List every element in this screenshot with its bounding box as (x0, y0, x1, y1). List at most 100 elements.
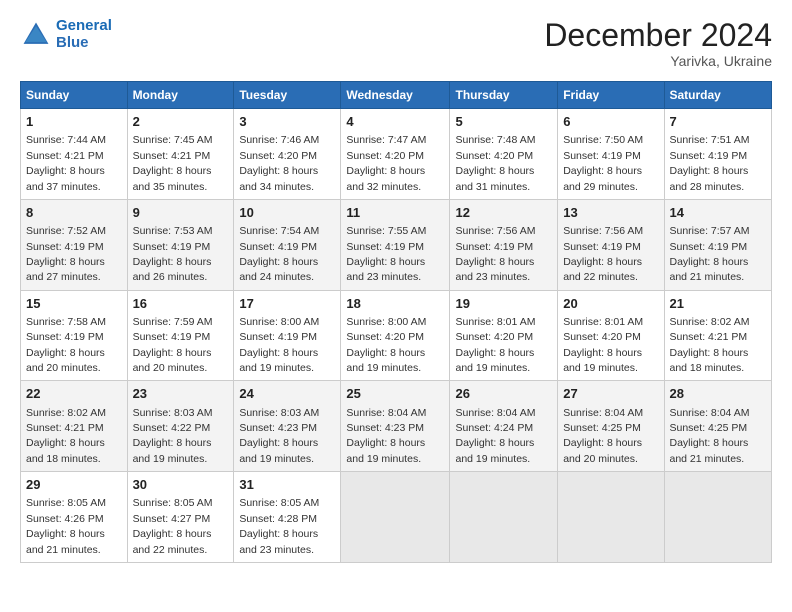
day-detail: Sunrise: 7:53 AMSunset: 4:19 PMDaylight:… (133, 225, 213, 283)
calendar-cell: 26 Sunrise: 8:04 AMSunset: 4:24 PMDaylig… (450, 381, 558, 472)
day-number: 12 (455, 204, 552, 222)
day-detail: Sunrise: 7:50 AMSunset: 4:19 PMDaylight:… (563, 134, 643, 192)
day-number: 7 (670, 113, 767, 131)
calendar-week-4: 22 Sunrise: 8:02 AMSunset: 4:21 PMDaylig… (21, 381, 772, 472)
col-header-tuesday: Tuesday (234, 82, 341, 109)
day-number: 13 (563, 204, 658, 222)
day-detail: Sunrise: 8:03 AMSunset: 4:22 PMDaylight:… (133, 407, 213, 465)
calendar-cell (341, 472, 450, 563)
day-number: 28 (670, 385, 767, 403)
day-number: 25 (346, 385, 444, 403)
calendar-cell: 10 Sunrise: 7:54 AMSunset: 4:19 PMDaylig… (234, 199, 341, 290)
calendar-cell: 6 Sunrise: 7:50 AMSunset: 4:19 PMDayligh… (558, 109, 664, 200)
calendar-cell: 25 Sunrise: 8:04 AMSunset: 4:23 PMDaylig… (341, 381, 450, 472)
day-detail: Sunrise: 8:05 AMSunset: 4:27 PMDaylight:… (133, 497, 213, 555)
day-number: 27 (563, 385, 658, 403)
calendar-cell: 7 Sunrise: 7:51 AMSunset: 4:19 PMDayligh… (664, 109, 772, 200)
calendar-week-1: 1 Sunrise: 7:44 AMSunset: 4:21 PMDayligh… (21, 109, 772, 200)
day-detail: Sunrise: 7:57 AMSunset: 4:19 PMDaylight:… (670, 225, 750, 283)
day-number: 20 (563, 295, 658, 313)
day-number: 14 (670, 204, 767, 222)
calendar-cell: 12 Sunrise: 7:56 AMSunset: 4:19 PMDaylig… (450, 199, 558, 290)
day-number: 4 (346, 113, 444, 131)
day-number: 26 (455, 385, 552, 403)
day-detail: Sunrise: 8:00 AMSunset: 4:19 PMDaylight:… (239, 316, 319, 374)
calendar-cell: 4 Sunrise: 7:47 AMSunset: 4:20 PMDayligh… (341, 109, 450, 200)
col-header-sunday: Sunday (21, 82, 128, 109)
calendar-cell: 3 Sunrise: 7:46 AMSunset: 4:20 PMDayligh… (234, 109, 341, 200)
calendar-cell: 14 Sunrise: 7:57 AMSunset: 4:19 PMDaylig… (664, 199, 772, 290)
calendar-cell (664, 472, 772, 563)
logo-icon (20, 19, 52, 51)
calendar-cell: 15 Sunrise: 7:58 AMSunset: 4:19 PMDaylig… (21, 290, 128, 381)
day-number: 10 (239, 204, 335, 222)
calendar-cell (558, 472, 664, 563)
day-detail: Sunrise: 8:04 AMSunset: 4:23 PMDaylight:… (346, 407, 426, 465)
calendar-cell: 29 Sunrise: 8:05 AMSunset: 4:26 PMDaylig… (21, 472, 128, 563)
page: General Blue December 2024 Yarivka, Ukra… (0, 0, 792, 612)
col-header-saturday: Saturday (664, 82, 772, 109)
calendar-cell (450, 472, 558, 563)
day-detail: Sunrise: 8:04 AMSunset: 4:24 PMDaylight:… (455, 407, 535, 465)
day-number: 17 (239, 295, 335, 313)
calendar-table: SundayMondayTuesdayWednesdayThursdayFrid… (20, 81, 772, 563)
day-number: 21 (670, 295, 767, 313)
calendar-cell: 8 Sunrise: 7:52 AMSunset: 4:19 PMDayligh… (21, 199, 128, 290)
day-detail: Sunrise: 7:55 AMSunset: 4:19 PMDaylight:… (346, 225, 426, 283)
calendar-cell: 18 Sunrise: 8:00 AMSunset: 4:20 PMDaylig… (341, 290, 450, 381)
day-detail: Sunrise: 7:46 AMSunset: 4:20 PMDaylight:… (239, 134, 319, 192)
day-detail: Sunrise: 7:58 AMSunset: 4:19 PMDaylight:… (26, 316, 106, 374)
calendar-cell: 27 Sunrise: 8:04 AMSunset: 4:25 PMDaylig… (558, 381, 664, 472)
day-number: 22 (26, 385, 122, 403)
calendar-cell: 19 Sunrise: 8:01 AMSunset: 4:20 PMDaylig… (450, 290, 558, 381)
day-number: 8 (26, 204, 122, 222)
day-detail: Sunrise: 7:44 AMSunset: 4:21 PMDaylight:… (26, 134, 106, 192)
calendar-cell: 21 Sunrise: 8:02 AMSunset: 4:21 PMDaylig… (664, 290, 772, 381)
col-header-monday: Monday (127, 82, 234, 109)
calendar-week-5: 29 Sunrise: 8:05 AMSunset: 4:26 PMDaylig… (21, 472, 772, 563)
day-detail: Sunrise: 7:56 AMSunset: 4:19 PMDaylight:… (563, 225, 643, 283)
day-detail: Sunrise: 8:01 AMSunset: 4:20 PMDaylight:… (455, 316, 535, 374)
month-title: December 2024 (544, 18, 772, 53)
day-detail: Sunrise: 7:48 AMSunset: 4:20 PMDaylight:… (455, 134, 535, 192)
calendar-cell: 13 Sunrise: 7:56 AMSunset: 4:19 PMDaylig… (558, 199, 664, 290)
day-number: 2 (133, 113, 229, 131)
day-number: 9 (133, 204, 229, 222)
day-number: 18 (346, 295, 444, 313)
day-number: 19 (455, 295, 552, 313)
day-number: 23 (133, 385, 229, 403)
logo-text: General Blue (56, 18, 112, 51)
day-detail: Sunrise: 8:05 AMSunset: 4:28 PMDaylight:… (239, 497, 319, 555)
day-detail: Sunrise: 7:59 AMSunset: 4:19 PMDaylight:… (133, 316, 213, 374)
day-detail: Sunrise: 8:04 AMSunset: 4:25 PMDaylight:… (670, 407, 750, 465)
calendar-week-3: 15 Sunrise: 7:58 AMSunset: 4:19 PMDaylig… (21, 290, 772, 381)
day-number: 31 (239, 476, 335, 494)
calendar-cell: 28 Sunrise: 8:04 AMSunset: 4:25 PMDaylig… (664, 381, 772, 472)
calendar-cell: 23 Sunrise: 8:03 AMSunset: 4:22 PMDaylig… (127, 381, 234, 472)
calendar-cell: 17 Sunrise: 8:00 AMSunset: 4:19 PMDaylig… (234, 290, 341, 381)
day-detail: Sunrise: 7:52 AMSunset: 4:19 PMDaylight:… (26, 225, 106, 283)
calendar-cell: 22 Sunrise: 8:02 AMSunset: 4:21 PMDaylig… (21, 381, 128, 472)
calendar-cell: 9 Sunrise: 7:53 AMSunset: 4:19 PMDayligh… (127, 199, 234, 290)
day-detail: Sunrise: 7:47 AMSunset: 4:20 PMDaylight:… (346, 134, 426, 192)
calendar-cell: 20 Sunrise: 8:01 AMSunset: 4:20 PMDaylig… (558, 290, 664, 381)
day-detail: Sunrise: 8:03 AMSunset: 4:23 PMDaylight:… (239, 407, 319, 465)
calendar-cell: 31 Sunrise: 8:05 AMSunset: 4:28 PMDaylig… (234, 472, 341, 563)
day-number: 24 (239, 385, 335, 403)
calendar-header-row: SundayMondayTuesdayWednesdayThursdayFrid… (21, 82, 772, 109)
col-header-friday: Friday (558, 82, 664, 109)
day-number: 29 (26, 476, 122, 494)
day-detail: Sunrise: 7:54 AMSunset: 4:19 PMDaylight:… (239, 225, 319, 283)
day-number: 5 (455, 113, 552, 131)
day-number: 3 (239, 113, 335, 131)
col-header-thursday: Thursday (450, 82, 558, 109)
calendar-cell: 2 Sunrise: 7:45 AMSunset: 4:21 PMDayligh… (127, 109, 234, 200)
calendar-cell: 16 Sunrise: 7:59 AMSunset: 4:19 PMDaylig… (127, 290, 234, 381)
calendar-cell: 5 Sunrise: 7:48 AMSunset: 4:20 PMDayligh… (450, 109, 558, 200)
day-number: 30 (133, 476, 229, 494)
day-detail: Sunrise: 7:56 AMSunset: 4:19 PMDaylight:… (455, 225, 535, 283)
day-detail: Sunrise: 8:04 AMSunset: 4:25 PMDaylight:… (563, 407, 643, 465)
day-detail: Sunrise: 8:00 AMSunset: 4:20 PMDaylight:… (346, 316, 426, 374)
day-detail: Sunrise: 8:02 AMSunset: 4:21 PMDaylight:… (670, 316, 750, 374)
day-number: 1 (26, 113, 122, 131)
